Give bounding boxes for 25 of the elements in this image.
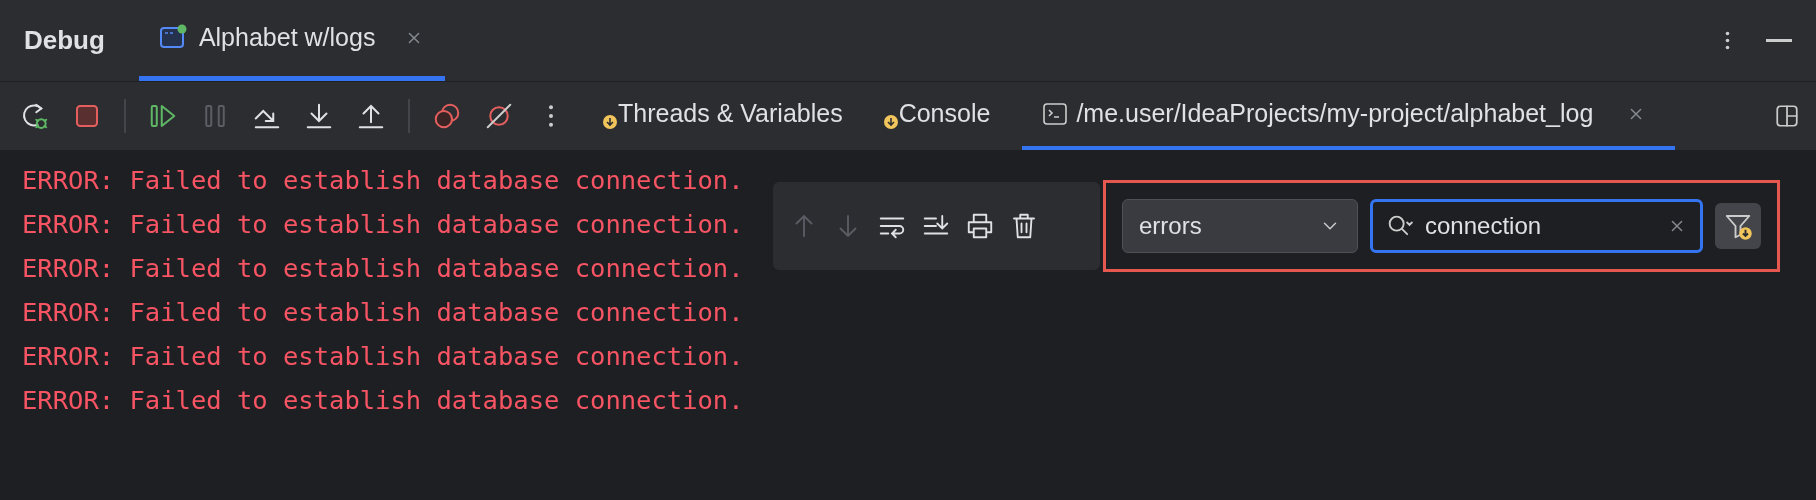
download-badge-icon	[602, 114, 618, 130]
console-line: ERROR: Failed to establish database connection.	[22, 252, 744, 285]
download-badge-icon	[882, 114, 899, 130]
console-line: ERROR: Failed to establish database connection.	[22, 164, 744, 197]
print-icon[interactable]	[965, 211, 995, 241]
step-into-icon[interactable]	[304, 101, 334, 131]
console-line: ERROR: Failed to establish database connection.	[22, 384, 744, 417]
tab-label: Alphabet w/logs	[198, 22, 376, 54]
tab[interactable]: Threads & Variables	[594, 82, 851, 150]
breakpoints-icon[interactable]	[432, 101, 462, 131]
layout-icon	[1774, 103, 1800, 129]
tab[interactable]: /me.user/IdeaProjects/my-project/alphabet_log	[1022, 82, 1676, 150]
mute-breakpoints-icon[interactable]	[484, 101, 514, 131]
console-line: ERROR: Failed to establish database connection.	[22, 296, 744, 329]
panel-title: Debug	[24, 24, 105, 57]
terminal-icon	[1042, 101, 1069, 127]
console-line: ERROR: Failed to establish database connection.	[22, 208, 744, 241]
filter-dropdown[interactable]: errors	[1122, 199, 1358, 253]
tab[interactable]: Console	[874, 82, 999, 150]
more-icon	[1725, 29, 1730, 52]
filter-button[interactable]	[1715, 203, 1761, 249]
rerun-debug-icon[interactable]	[20, 101, 50, 131]
search-field[interactable]: connection	[1370, 199, 1703, 253]
console-line: ERROR: Failed to establish database connection.	[22, 340, 744, 373]
minimize-icon	[1766, 39, 1792, 42]
